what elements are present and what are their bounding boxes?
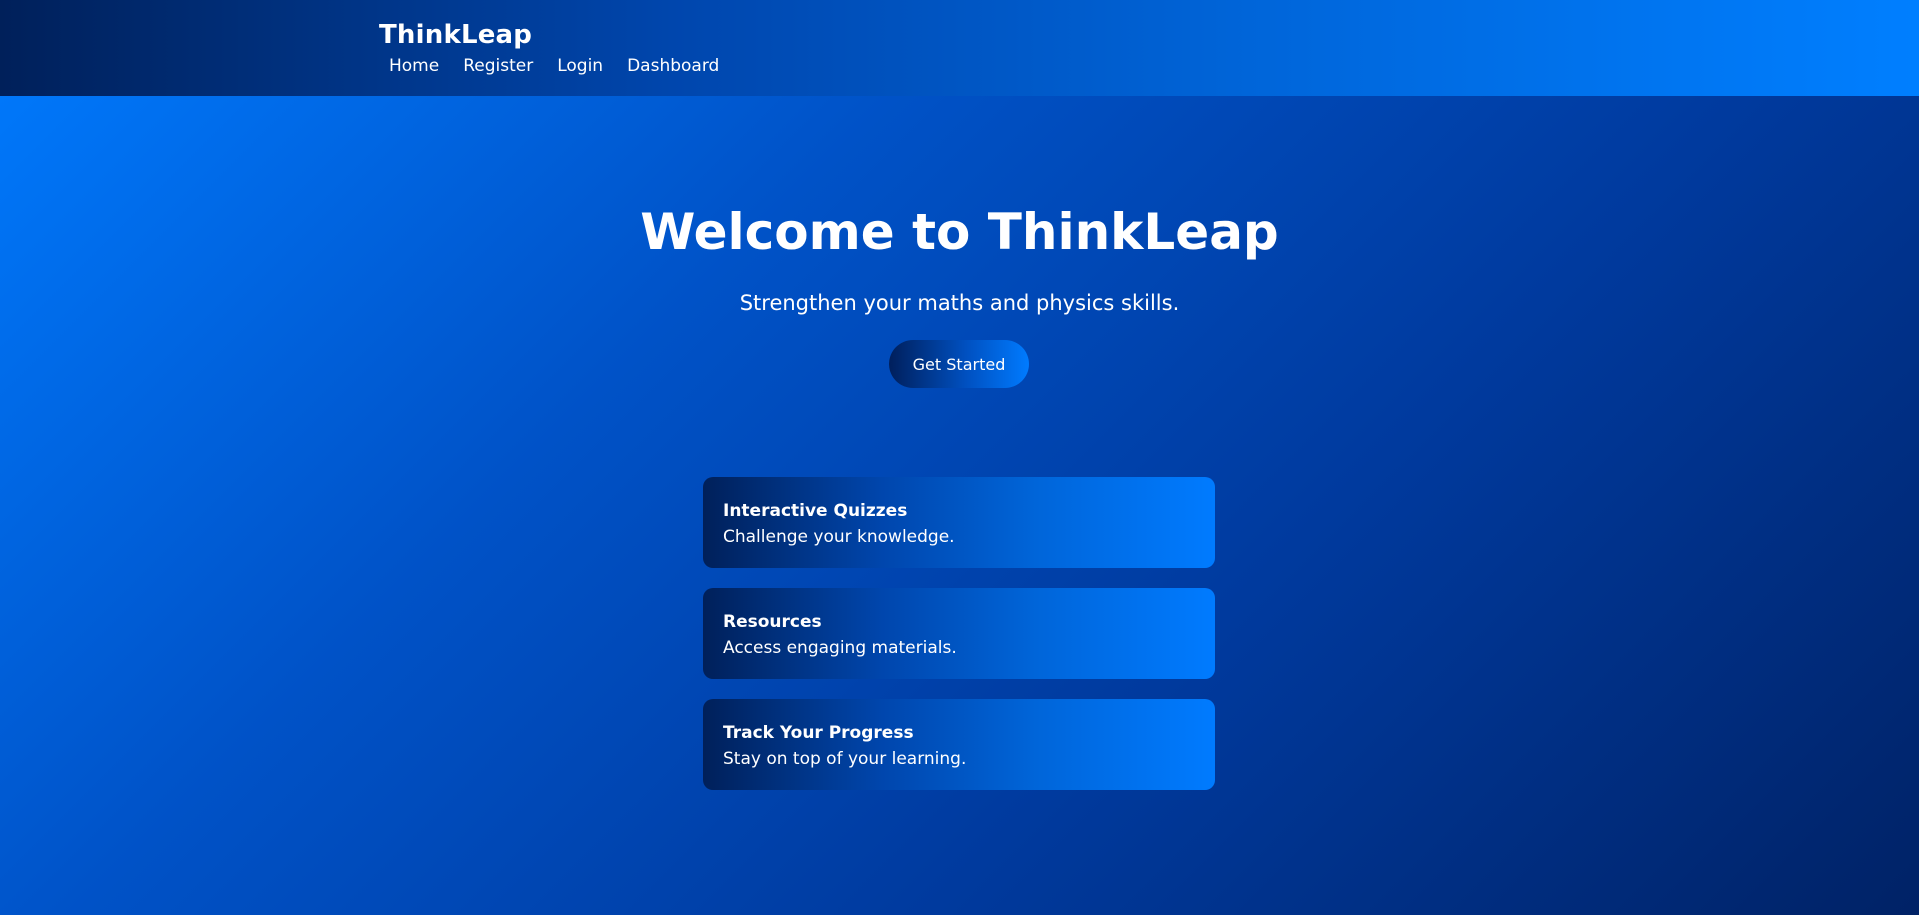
feature-description: Challenge your knowledge. [723, 527, 955, 547]
nav-link-login[interactable]: Login [557, 55, 603, 77]
feature-title: Interactive Quizzes [723, 501, 908, 521]
site-header: ThinkLeap Home Register Login Dashboard [0, 0, 1919, 96]
feature-card-progress: Track Your Progress Stay on top of your … [703, 699, 1215, 790]
feature-card-resources: Resources Access engaging materials. [703, 588, 1215, 679]
feature-title: Resources [723, 612, 822, 632]
feature-description: Access engaging materials. [723, 638, 957, 658]
main-nav: Home Register Login Dashboard [389, 55, 719, 77]
nav-link-register[interactable]: Register [463, 55, 533, 77]
nav-link-home[interactable]: Home [389, 55, 439, 77]
nav-link-dashboard[interactable]: Dashboard [627, 55, 719, 77]
feature-card-quizzes: Interactive Quizzes Challenge your knowl… [703, 477, 1215, 568]
brand-logo-text[interactable]: ThinkLeap [379, 19, 532, 51]
hero-subtitle: Strengthen your maths and physics skills… [739, 291, 1180, 315]
feature-description: Stay on top of your learning. [723, 749, 967, 769]
hero-title: Welcome to ThinkLeap [640, 203, 1279, 261]
get-started-button[interactable]: Get Started [889, 340, 1029, 388]
feature-title: Track Your Progress [723, 723, 914, 743]
